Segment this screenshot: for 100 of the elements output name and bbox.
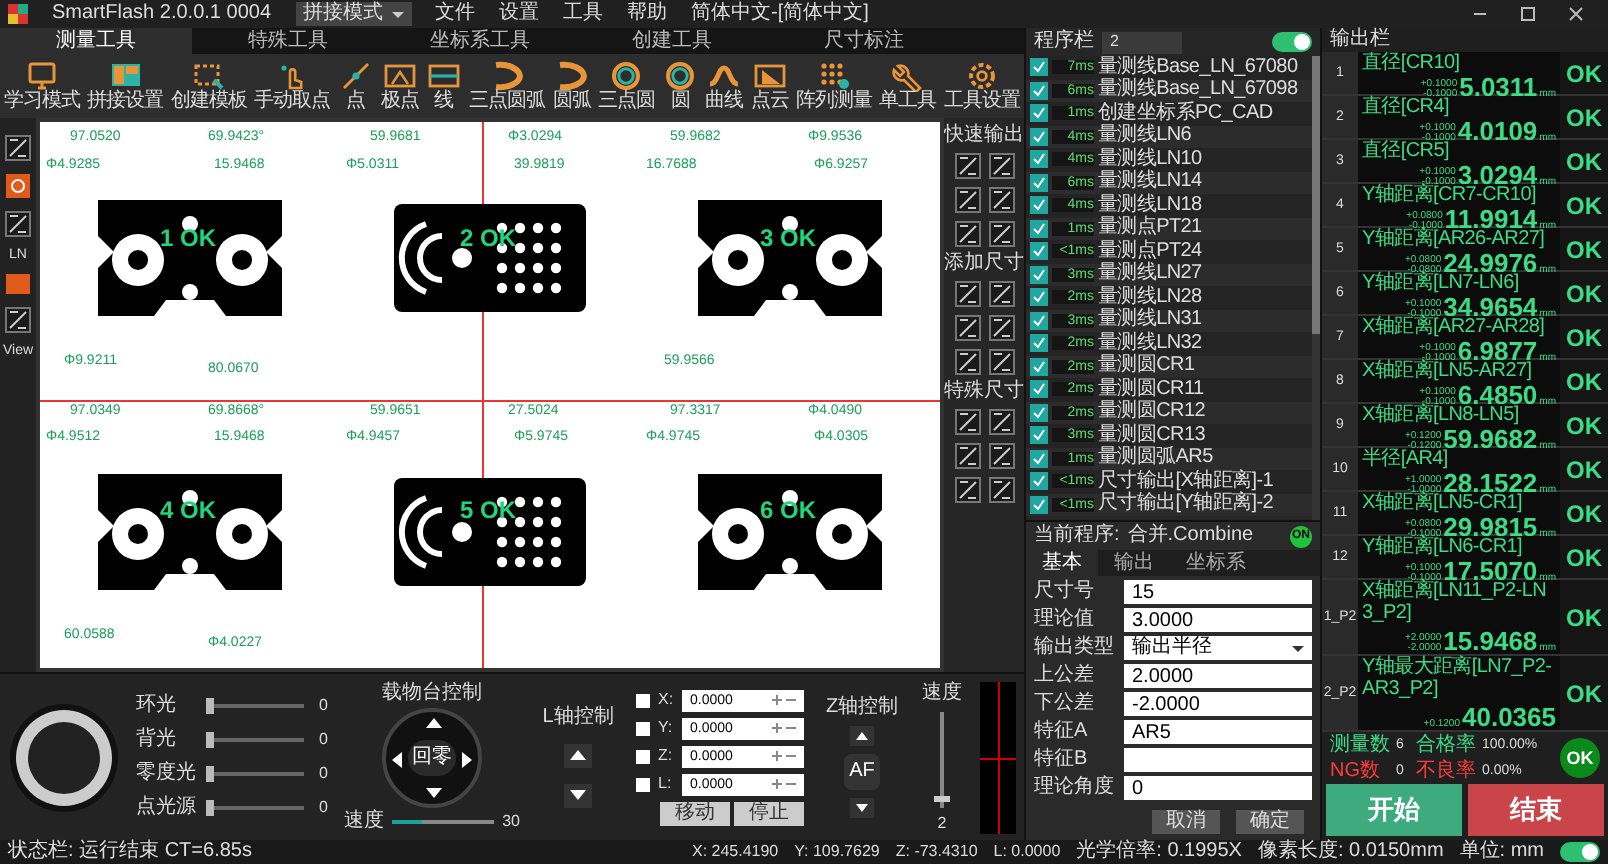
toolbar-button[interactable]: 极点 — [380, 60, 419, 112]
step-name[interactable]: 量测线LN32 — [1098, 333, 1202, 354]
menu-item[interactable]: 简体中文-[简体中文] — [691, 4, 869, 24]
step-name[interactable]: 量测线LN14 — [1098, 172, 1202, 193]
step-checkbox[interactable] — [1030, 219, 1048, 238]
toolbar-button[interactable]: 创建模板 — [170, 60, 247, 112]
toolbar-button[interactable]: 点 — [337, 60, 374, 112]
menu-item[interactable]: 帮助 — [627, 4, 668, 24]
dimension-tool-icon[interactable] — [987, 186, 1015, 214]
program-dropdown[interactable]: 2 — [1102, 31, 1182, 53]
dimension-tool-icon[interactable] — [953, 314, 981, 342]
step-name[interactable]: 量测圆弧AR5 — [1098, 448, 1213, 469]
toolbar-button[interactable]: 手动取点 — [253, 60, 330, 112]
toggle-switch[interactable] — [1560, 842, 1600, 862]
toolbar-button[interactable]: 圆弧 — [552, 60, 591, 112]
dimension-tool-icon[interactable] — [987, 314, 1015, 342]
dimension-tool-icon[interactable] — [953, 220, 981, 248]
tab[interactable]: 输出 — [1098, 550, 1170, 576]
step-name[interactable]: 量测圆CR12 — [1098, 402, 1205, 423]
dimension-tool-icon[interactable] — [953, 186, 981, 214]
toolbar-button[interactable]: 单工具 — [879, 60, 937, 112]
step-checkbox[interactable] — [1030, 173, 1048, 192]
slider-thumb[interactable] — [934, 796, 950, 803]
dimension-tool-icon[interactable] — [987, 280, 1015, 308]
step-checkbox[interactable] — [1030, 196, 1048, 215]
step-name[interactable]: 量测圆CR11 — [1098, 379, 1204, 400]
toolbar-button[interactable]: 三点圆弧 — [469, 60, 546, 112]
step-name[interactable]: 量测线LN18 — [1098, 195, 1202, 216]
joystick-ring-drawing[interactable] — [8, 701, 120, 813]
axis-action-button[interactable]: 停止 — [734, 801, 804, 825]
property-input-field[interactable] — [1124, 748, 1312, 772]
property-input-field[interactable]: 2.0000 — [1124, 664, 1312, 688]
step-name[interactable]: 量测线LN10 — [1098, 149, 1202, 170]
step-checkbox[interactable] — [1030, 150, 1048, 169]
step-name[interactable]: 量测线Base_LN_67080 — [1098, 57, 1298, 78]
dialog-button[interactable]: 取消 — [1152, 810, 1220, 834]
home-button[interactable]: 回零 — [408, 739, 456, 775]
dimension-tool-icon[interactable] — [953, 442, 981, 470]
step-checkbox[interactable] — [1030, 81, 1048, 100]
dimension-tool-icon[interactable] — [987, 442, 1015, 470]
dimension-tool-icon[interactable] — [953, 408, 981, 436]
step-checkbox[interactable] — [1030, 311, 1048, 330]
axis-checkbox[interactable] — [636, 777, 650, 791]
toolbar-button[interactable]: 学习模式 — [4, 60, 80, 112]
camera-icon[interactable] — [4, 172, 32, 200]
step-name[interactable]: 量测线Base_LN_67098 — [1098, 80, 1298, 101]
axis-checkbox[interactable] — [636, 749, 650, 763]
up-button[interactable] — [850, 725, 874, 745]
tab[interactable]: 坐标系 — [1170, 550, 1262, 576]
plus-minus-icon[interactable] — [772, 722, 796, 734]
toolbar-button[interactable]: 三点圆 — [597, 60, 655, 112]
step-checkbox[interactable] — [1030, 334, 1048, 353]
step-checkbox[interactable] — [1030, 288, 1048, 307]
property-input-field[interactable]: 15 — [1124, 580, 1312, 604]
property-input-field[interactable]: AR5 — [1124, 720, 1312, 744]
step-checkbox[interactable] — [1030, 242, 1048, 261]
toolbar-button[interactable]: 工具设置 — [943, 60, 1020, 112]
tab[interactable]: 尺寸标注 — [768, 28, 960, 54]
step-name[interactable]: 尺寸输出[X轴距离]-1 — [1098, 471, 1274, 492]
dimension-tool-icon[interactable] — [987, 408, 1015, 436]
slider-thumb[interactable] — [206, 800, 214, 816]
down-button[interactable] — [564, 783, 592, 807]
toolbar-button[interactable]: 点云 — [750, 60, 789, 112]
property-input-field[interactable]: 0 — [1124, 776, 1312, 800]
step-checkbox[interactable] — [1030, 495, 1048, 514]
step-name[interactable]: 量测线LN28 — [1098, 287, 1202, 308]
step-name[interactable]: 量测线LN31 — [1098, 310, 1202, 331]
plus-minus-icon[interactable] — [772, 778, 796, 790]
up-arrow-icon[interactable] — [426, 717, 442, 727]
step-checkbox[interactable] — [1030, 449, 1048, 468]
panel-icon[interactable] — [4, 272, 32, 296]
dialog-button[interactable]: 确定 — [1236, 810, 1304, 834]
step-checkbox[interactable] — [1030, 357, 1048, 376]
tool-icon[interactable] — [4, 210, 32, 238]
scrollbar[interactable] — [1312, 56, 1320, 520]
maximize-icon[interactable] — [1520, 6, 1536, 22]
toolbar-button[interactable]: 阵列测量 — [796, 60, 873, 112]
dimension-tool-icon[interactable] — [953, 280, 981, 308]
toggle-switch[interactable] — [1272, 32, 1312, 52]
slider-thumb[interactable] — [206, 766, 214, 782]
dimension-tool-icon[interactable] — [987, 348, 1015, 376]
down-arrow-icon[interactable] — [426, 787, 442, 797]
step-checkbox[interactable] — [1030, 127, 1048, 146]
step-checkbox[interactable] — [1030, 104, 1048, 123]
stop-button[interactable]: 结束 — [1468, 784, 1604, 836]
down-button[interactable] — [850, 797, 874, 817]
step-checkbox[interactable] — [1030, 380, 1048, 399]
step-name[interactable]: 量测点PT24 — [1098, 241, 1202, 262]
menu-item[interactable]: 工具 — [563, 4, 604, 24]
step-name[interactable]: 量测圆CR13 — [1098, 425, 1205, 446]
plus-minus-icon[interactable] — [772, 694, 796, 706]
step-name[interactable]: 尺寸输出[Y轴距离]-2 — [1098, 494, 1274, 515]
close-icon[interactable] — [1568, 6, 1584, 22]
output-type-select[interactable]: 输出半径 — [1124, 636, 1312, 660]
step-checkbox[interactable] — [1030, 472, 1048, 491]
property-input-field[interactable]: 3.0000 — [1124, 608, 1312, 632]
tab[interactable]: 测量工具 — [0, 28, 192, 54]
toolbar-button[interactable]: 线 — [425, 60, 462, 112]
tab[interactable]: 特殊工具 — [192, 28, 384, 54]
toolbar-button[interactable]: 圆 — [662, 60, 699, 112]
